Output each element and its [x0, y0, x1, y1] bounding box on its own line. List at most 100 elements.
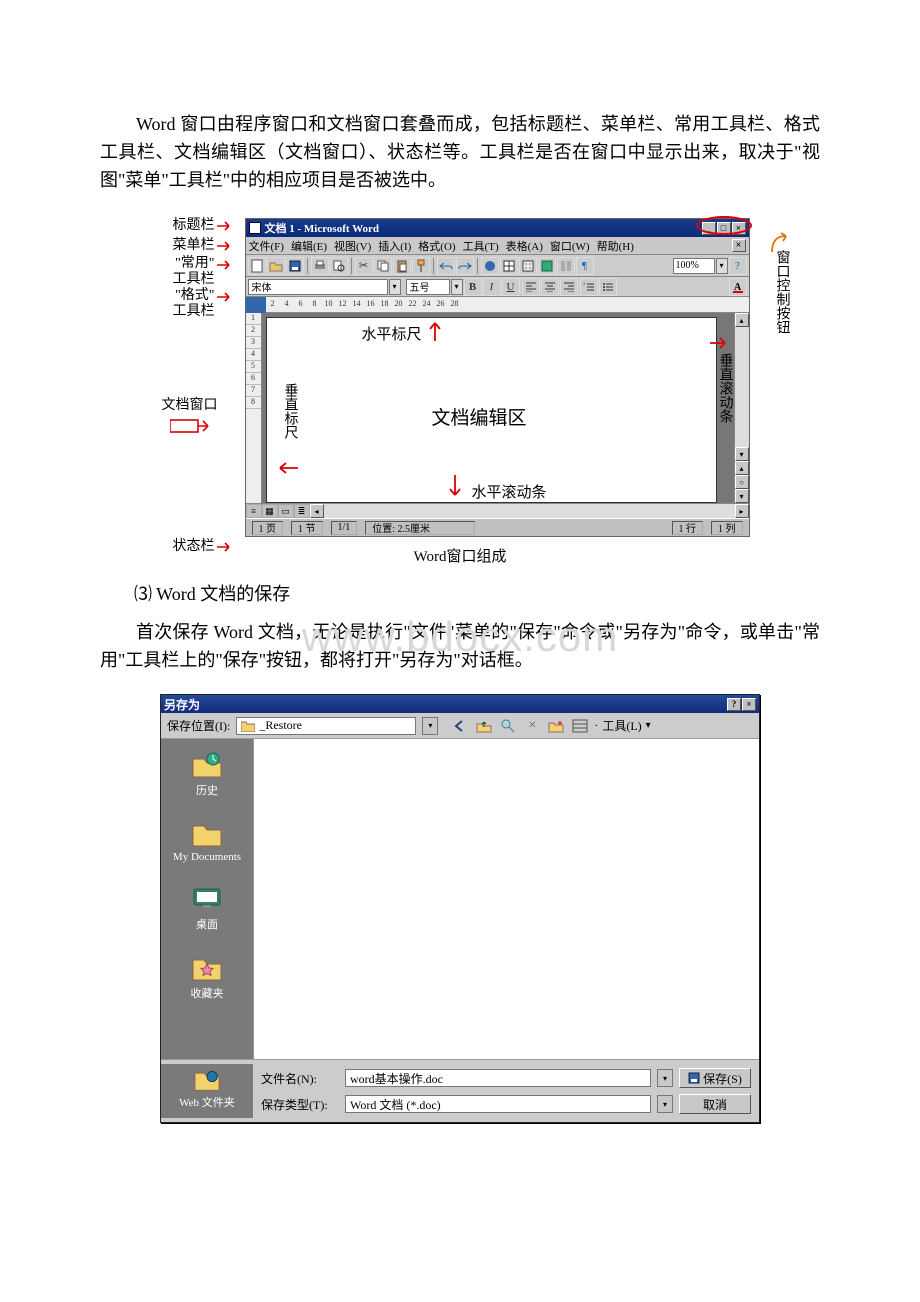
outline-view-icon[interactable]: ≣: [294, 504, 310, 518]
cut-icon[interactable]: ✂: [355, 257, 373, 275]
print-icon[interactable]: [311, 257, 329, 275]
sidebar-web-folders[interactable]: Web 文件夹: [161, 1064, 253, 1118]
file-list-area[interactable]: [253, 739, 759, 1059]
help-button[interactable]: ?: [727, 698, 741, 711]
minimize-button[interactable]: _: [702, 222, 716, 235]
close-button[interactable]: ×: [732, 222, 746, 235]
doc-close-button[interactable]: ×: [732, 239, 746, 252]
zoom-dropdown[interactable]: ▾: [716, 258, 728, 274]
format-painter-icon[interactable]: [412, 257, 430, 275]
print-view-icon[interactable]: ▭: [278, 504, 294, 518]
show-marks-icon[interactable]: ¶: [576, 257, 594, 275]
folder-icon: [241, 720, 255, 732]
menu-file[interactable]: 文件(F): [249, 238, 284, 254]
bullet-list-icon[interactable]: [599, 278, 617, 296]
preview-icon[interactable]: [330, 257, 348, 275]
status-pages: 1/1: [331, 521, 358, 535]
redo-icon[interactable]: [456, 257, 474, 275]
tables-icon[interactable]: [500, 257, 518, 275]
word-icon: [249, 222, 261, 234]
align-center-icon[interactable]: [541, 278, 559, 296]
save-button[interactable]: 保存(S): [679, 1068, 751, 1088]
font-combo[interactable]: 宋体: [248, 279, 388, 295]
maximize-button[interactable]: □: [717, 222, 731, 235]
up-folder-icon[interactable]: [474, 716, 494, 736]
filename-dropdown[interactable]: ▾: [657, 1069, 673, 1087]
excel-icon[interactable]: [538, 257, 556, 275]
menu-tools[interactable]: 工具(T): [463, 238, 499, 254]
normal-view-icon[interactable]: ≡: [246, 504, 262, 518]
align-right-icon[interactable]: [560, 278, 578, 296]
label-titlebar: 标题栏: [173, 218, 215, 234]
delete-icon[interactable]: ×: [522, 716, 542, 736]
numbered-list-icon[interactable]: 1: [580, 278, 598, 296]
save-icon[interactable]: [286, 257, 304, 275]
paste-icon[interactable]: [393, 257, 411, 275]
filetype-input[interactable]: Word 文档 (*.doc): [345, 1095, 651, 1113]
save-icon: [688, 1072, 700, 1084]
views-icon[interactable]: [570, 716, 590, 736]
undo-icon[interactable]: [437, 257, 455, 275]
arrow-up-icon: [428, 319, 442, 344]
status-page: 1 页: [252, 521, 284, 535]
bold-icon[interactable]: B: [464, 278, 482, 296]
browse-object-icon[interactable]: ○: [735, 475, 749, 489]
label-window-controls: 窗口控制按钮: [774, 250, 792, 334]
italic-icon[interactable]: I: [483, 278, 501, 296]
new-icon[interactable]: [248, 257, 266, 275]
scroll-up-icon[interactable]: ▴: [735, 313, 749, 327]
horizontal-scrollbar[interactable]: ≡ ▦ ▭ ≣ ◂ ▸: [246, 503, 749, 518]
menu-table[interactable]: 表格(A): [506, 238, 543, 254]
saveas-toolbar: 保存位置(I): _Restore ▾ × · 工具(L) ▾: [161, 713, 759, 739]
filename-label: 文件名(N):: [261, 1070, 339, 1087]
help-icon[interactable]: ?: [729, 257, 747, 275]
columns-icon[interactable]: [557, 257, 575, 275]
font-color-icon[interactable]: A: [729, 278, 747, 296]
arrow-right-icon: [217, 241, 235, 251]
saveas-title-text: 另存为: [164, 696, 200, 713]
editarea-label: 文档编辑区: [432, 403, 527, 430]
search-icon[interactable]: [498, 716, 518, 736]
formatting-toolbar: 宋体 ▾ 五号 ▾ B I U 1 A: [246, 277, 749, 297]
sidebar-mydocs[interactable]: My Documents: [173, 820, 241, 863]
insert-table-icon[interactable]: [519, 257, 537, 275]
next-page-icon[interactable]: ▾: [735, 489, 749, 503]
underline-icon[interactable]: U: [502, 278, 520, 296]
hyperlink-icon[interactable]: [481, 257, 499, 275]
menu-window[interactable]: 窗口(W): [550, 238, 590, 254]
arrow-right-icon: [217, 221, 235, 231]
menu-edit[interactable]: 编辑(E): [291, 238, 327, 254]
fontsize-combo[interactable]: 五号: [406, 279, 450, 295]
label-doc-window: 文档窗口: [162, 398, 218, 414]
menu-help[interactable]: 帮助(H): [597, 238, 634, 254]
scroll-down-icon[interactable]: ▾: [735, 447, 749, 461]
sidebar-favorites[interactable]: 收藏夹: [191, 954, 224, 1001]
web-view-icon[interactable]: ▦: [262, 504, 278, 518]
filetype-dropdown[interactable]: ▾: [657, 1095, 673, 1113]
location-dropdown[interactable]: ▾: [422, 717, 438, 735]
cancel-button[interactable]: 取消: [679, 1094, 751, 1114]
sidebar-desktop[interactable]: 桌面: [191, 885, 223, 932]
menu-format[interactable]: 格式(O): [418, 238, 455, 254]
vertical-scrollbar[interactable]: ▴ ▾ ▴ ○ ▾: [734, 313, 749, 503]
scroll-right-icon[interactable]: ▸: [735, 504, 749, 518]
new-folder-icon[interactable]: [546, 716, 566, 736]
copy-icon[interactable]: [374, 257, 392, 275]
align-left-icon[interactable]: [522, 278, 540, 296]
open-icon[interactable]: [267, 257, 285, 275]
close-button[interactable]: ×: [742, 698, 756, 711]
svg-text:1: 1: [583, 282, 585, 286]
font-dropdown[interactable]: ▾: [389, 279, 401, 295]
tools-menu[interactable]: 工具(L): [602, 717, 641, 734]
menu-view[interactable]: 视图(V): [334, 238, 371, 254]
back-icon[interactable]: [450, 716, 470, 736]
sidebar-history[interactable]: 历史: [191, 751, 223, 798]
fontsize-dropdown[interactable]: ▾: [451, 279, 463, 295]
filename-input[interactable]: word基本操作.doc: [345, 1069, 651, 1087]
menu-insert[interactable]: 插入(I): [378, 238, 411, 254]
prev-page-icon[interactable]: ▴: [735, 461, 749, 475]
location-combo[interactable]: _Restore: [236, 717, 416, 735]
zoom-combo[interactable]: 100%: [673, 258, 715, 274]
titlebar: 文档 1 - Microsoft Word _ □ ×: [246, 219, 749, 237]
scroll-left-icon[interactable]: ◂: [310, 504, 324, 518]
